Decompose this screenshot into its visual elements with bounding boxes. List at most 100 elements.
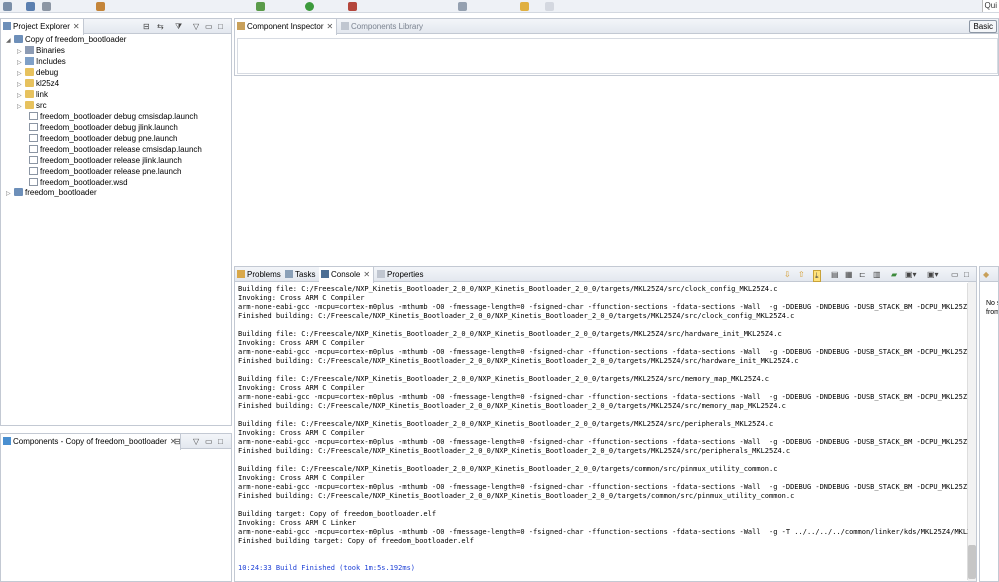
console-line: Finished building: C:/Freescale/NXP_Kine… [238,312,795,320]
debug-icon[interactable] [256,2,265,11]
folder-icon [25,90,34,98]
run-icon[interactable] [305,2,314,11]
console-line: Invoking: Cross ARM C Compiler [238,429,365,437]
tree-item-file[interactable]: freedom_bootloader release jlink.launch [29,155,182,166]
main-toolbar: Qui [0,0,999,13]
link-editor-icon[interactable]: ⇆ [157,22,164,31]
close-icon[interactable]: ✕ [73,22,80,31]
console-line: arm-none-eabi-gcc -mcpu=cortex-m0plus -m… [238,438,972,446]
minimize-icon[interactable]: ▭ [951,270,959,279]
back-icon[interactable] [520,2,529,11]
tree-item-kl25z4[interactable]: ▷ kl25z4 [17,78,59,89]
console-line: Invoking: Cross ARM C Linker [238,519,357,527]
maximize-icon[interactable]: □ [964,270,969,279]
tree-item-debug[interactable]: ▷ debug [17,67,58,78]
print-icon[interactable] [42,2,51,11]
scroll-up-icon[interactable]: ⇧ [798,270,805,279]
file-icon [29,134,38,142]
build-icon[interactable] [96,2,105,11]
tab-properties[interactable]: Properties [375,267,426,282]
build-status-line: 10:24:33 Build Finished (took 1m:5s.192m… [238,564,416,572]
collapsed-icon: ▷ [17,104,22,110]
inspector-content [237,38,998,74]
tab-problems[interactable]: Problems [235,267,284,282]
maximize-icon[interactable]: □ [218,22,223,31]
library-icon [341,22,349,30]
view-menu-icon[interactable]: ▽ [193,22,199,31]
close-icon[interactable]: ✕ [363,270,370,279]
includes-icon [25,57,34,65]
components-pane: Components - Copy of freedom_bootloader ✕… [0,433,232,582]
console-menu-icon[interactable]: ▣▾ [927,270,939,279]
pin-console-icon[interactable]: ⊏ [859,270,866,279]
file-icon [29,156,38,164]
maximize-icon[interactable]: □ [218,437,223,446]
save-icon[interactable] [26,2,35,11]
console-line: Finished building: C:/Freescale/NXP_Kine… [238,357,799,365]
new-icon[interactable] [3,2,12,11]
clear-console-icon[interactable]: ▤ [831,270,839,279]
file-icon [29,145,38,153]
external-tools-icon[interactable] [348,2,357,11]
new-console-icon[interactable]: ▣▾ [905,270,917,279]
minimize-icon[interactable]: ▭ [205,437,213,446]
file-icon [29,123,38,131]
console-line: Building file: C:/Freescale/NXP_Kinetis_… [238,285,778,293]
collapse-all-icon[interactable]: ⊟ [143,22,150,31]
basic-button[interactable]: Basic [969,20,997,33]
tree-item-file[interactable]: freedom_bootloader debug cmsisdap.launch [29,111,198,122]
folder-icon [25,101,34,109]
filter-icon[interactable]: ⧩ [175,22,182,32]
tab-components-library[interactable]: Components Library [339,19,426,34]
scrollbar-track[interactable] [968,282,976,581]
tab-console[interactable]: Console ✕ [319,267,375,283]
console-line: Finished building: C:/Freescale/NXP_Kine… [238,447,791,455]
console-line: Building file: C:/Freescale/NXP_Kinetis_… [238,465,778,473]
scroll-lock-icon[interactable]: ⤓ [813,270,821,282]
console-line: Building file: C:/Freescale/NXP_Kinetis_… [238,375,770,383]
tab-components[interactable]: Components - Copy of freedom_bootloader ✕ [1,434,181,450]
problems-icon [237,270,245,278]
view-menu-icon[interactable]: ▽ [193,437,199,446]
properties-icon [377,270,385,278]
tab-project-explorer[interactable]: Project Explorer ✕ [1,19,84,35]
project-icon [14,35,23,43]
collapse-all-icon[interactable]: ⊟ [174,437,181,446]
minimize-icon[interactable]: ▭ [205,22,213,31]
tree-item-file[interactable]: freedom_bootloader debug jlink.launch [29,122,178,133]
collapsed-icon: ▷ [6,191,11,197]
tree-item-file[interactable]: freedom_bootloader release pne.launch [29,166,181,177]
tree-item-project[interactable]: ◢ Copy of freedom_bootloader [6,34,126,45]
console-line: Finished building target: Copy of freedo… [238,537,475,545]
quick-access-field[interactable]: Qui [981,0,999,12]
console-line: Invoking: Cross ARM C Compiler [238,474,365,482]
close-icon[interactable]: ✕ [327,22,334,31]
forward-icon[interactable] [545,2,554,11]
tree-item-binaries[interactable]: ▷ Binaries [17,45,65,56]
tree-item-src[interactable]: ▷ src [17,100,47,111]
word-wrap-icon[interactable]: ▦ [845,270,853,279]
open-console-icon[interactable]: ▰ [891,270,897,279]
tree-item-file[interactable]: freedom_bootloader debug pne.launch [29,133,177,144]
scrollbar-thumb[interactable] [968,545,976,579]
tree-item-project[interactable]: ▷ freedom_bootloader [6,187,97,198]
tree-item-link[interactable]: ▷ link [17,89,48,100]
components-icon [3,437,11,445]
console-line: Finished building: C:/Freescale/NXP_Kine… [238,492,795,500]
console-line: Invoking: Cross ARM C Compiler [238,339,365,347]
folder-icon [25,68,34,76]
right-panel-text: No s [986,300,999,307]
tree-item-file[interactable]: freedom_bootloader release cmsisdap.laun… [29,144,202,155]
outline-icon[interactable]: ◆ [983,270,989,279]
tab-component-inspector[interactable]: Component Inspector ✕ [235,19,338,35]
search-icon[interactable] [458,2,467,11]
display-console-icon[interactable]: ▥ [873,270,881,279]
console-line: Finished building: C:/Freescale/NXP_Kine… [238,402,786,410]
console-icon [321,270,329,278]
console-line: arm-none-eabi-gcc -mcpu=cortex-m0plus -m… [238,528,972,536]
console-line: Building file: C:/Freescale/NXP_Kinetis_… [238,330,782,338]
tree-item-includes[interactable]: ▷ Includes [17,56,66,67]
tab-tasks[interactable]: Tasks [283,267,318,282]
scroll-down-icon[interactable]: ⇩ [784,270,791,279]
file-icon [29,167,38,175]
